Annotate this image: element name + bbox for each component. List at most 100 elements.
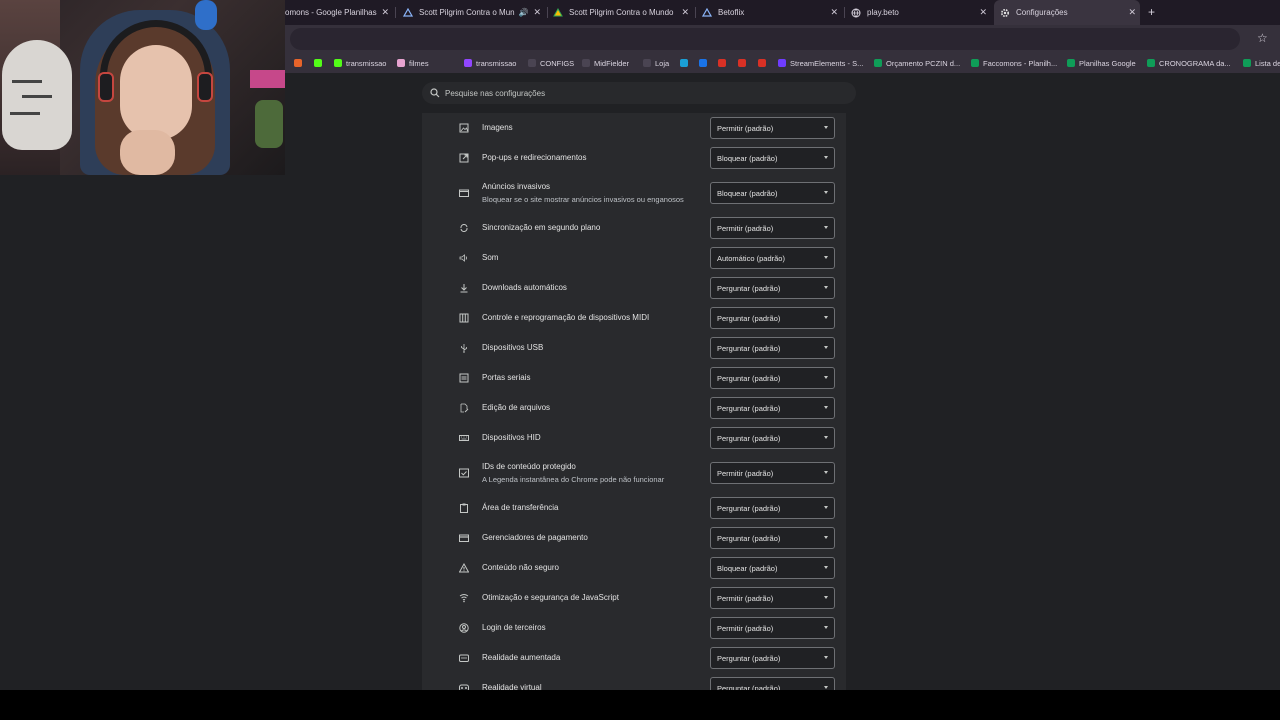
dropdown-value: Bloquear (padrão) <box>717 153 778 163</box>
bookmark-item[interactable] <box>718 56 730 70</box>
address-bar[interactable] <box>290 28 1240 50</box>
close-icon[interactable]: ✕ <box>533 7 541 18</box>
setting-dropdown[interactable]: Bloquear (padrão) <box>710 147 835 169</box>
bookmark-favicon-icon <box>874 59 882 67</box>
dropdown-value: Automático (padrão) <box>717 253 785 263</box>
close-icon[interactable]: ✕ <box>1128 7 1136 18</box>
bookmark-label: transmissao <box>346 58 387 68</box>
tab-separator <box>547 7 548 18</box>
dropdown-value: Permitir (padrão) <box>717 223 774 233</box>
setting-dropdown[interactable]: Perguntar (padrão) <box>710 277 835 299</box>
tab-configuracoes[interactable]: Configurações ✕ <box>994 0 1140 25</box>
bookmark-item[interactable]: transmissao <box>334 56 386 70</box>
popup-icon <box>458 152 470 164</box>
bookmark-label: CRONOGRAMA da... <box>1159 58 1231 68</box>
bookmark-item[interactable]: filmes <box>397 56 429 70</box>
setting-dropdown[interactable]: Permitir (padrão) <box>710 617 835 639</box>
setting-label: Sincronização em segundo plano <box>482 223 601 232</box>
setting-dropdown[interactable]: Perguntar (padrão) <box>710 337 835 359</box>
setting-dropdown[interactable]: Perguntar (padrão) <box>710 367 835 389</box>
setting-dropdown[interactable]: Perguntar (padrão) <box>710 397 835 419</box>
setting-dropdown[interactable]: Permitir (padrão) <box>710 462 835 484</box>
setting-dropdown[interactable]: Perguntar (padrão) <box>710 647 835 669</box>
bookmark-favicon-icon <box>1243 59 1251 67</box>
search-settings-input[interactable]: Pesquise nas configurações <box>422 82 856 104</box>
setting-label: Otimização e segurança de JavaScript <box>482 593 619 602</box>
setting-dropdown[interactable]: Bloquear (padrão) <box>710 557 835 579</box>
chevron-down-icon <box>824 436 828 439</box>
setting-label: Gerenciadores de pagamento <box>482 533 588 542</box>
setting-label: Controle e reprogramação de dispositivos… <box>482 313 650 322</box>
dropdown-value: Perguntar (padrão) <box>717 653 781 663</box>
tab-title: omons - Google Planilhas <box>285 8 377 17</box>
bookmark-item[interactable] <box>699 56 711 70</box>
setting-dropdown[interactable]: Perguntar (padrão) <box>710 497 835 519</box>
drive-icon <box>702 7 712 18</box>
setting-dropdown[interactable]: Perguntar (padrão) <box>710 677 835 690</box>
setting-label: Dispositivos HID <box>482 433 541 442</box>
bookmark-item[interactable] <box>294 56 306 70</box>
bookmark-item[interactable]: Orçamento PCZIN d... <box>874 56 960 70</box>
drive-icon <box>553 7 563 18</box>
chevron-down-icon <box>824 126 828 129</box>
setting-dropdown[interactable]: Permitir (padrão) <box>710 217 835 239</box>
speaker-icon[interactable]: 🔊 <box>519 8 529 17</box>
bookmark-item[interactable] <box>680 56 692 70</box>
tab-scott-pilgrim-2[interactable]: Scott Pilgrim Contra o Mundo ✕ <box>553 0 693 25</box>
bookmark-item[interactable]: StreamElements - S... <box>778 56 863 70</box>
bookmark-label: Orçamento PCZIN d... <box>886 58 961 68</box>
setting-dropdown[interactable]: Permitir (padrão) <box>710 587 835 609</box>
bookmark-star-icon[interactable]: ☆ <box>1257 31 1268 45</box>
close-icon[interactable]: ✕ <box>681 7 689 18</box>
setting-description: A Legenda instantânea do Chrome pode não… <box>482 475 665 484</box>
dropdown-value: Permitir (padrão) <box>717 593 774 603</box>
chevron-down-icon <box>824 536 828 539</box>
tab-sheets[interactable]: omons - Google Planilhas ✕ <box>285 0 393 25</box>
bookmark-favicon-icon <box>528 59 536 67</box>
setting-label: Dispositivos USB <box>482 343 544 352</box>
close-icon[interactable]: ✕ <box>830 7 838 18</box>
tab-play-beto[interactable]: play.beto ✕ <box>851 0 991 25</box>
setting-dropdown[interactable]: Automático (padrão) <box>710 247 835 269</box>
chevron-down-icon <box>824 346 828 349</box>
setting-label: Pop-ups e redirecionamentos <box>482 153 587 162</box>
vr-icon <box>458 682 470 690</box>
bookmark-label: Faccomons - Planilh... <box>983 58 1058 68</box>
dropdown-value: Permitir (padrão) <box>717 123 774 133</box>
setting-dropdown[interactable]: Permitir (padrão) <box>710 117 835 139</box>
setting-dropdown[interactable]: Perguntar (padrão) <box>710 527 835 549</box>
bookmark-item[interactable]: Faccomons - Planilh... <box>971 56 1057 70</box>
chevron-down-icon <box>824 506 828 509</box>
dropdown-value: Perguntar (padrão) <box>717 373 781 383</box>
tab-scott-pilgrim-1[interactable]: Scott Pilgrim Contra o Mun 🔊 ✕ <box>403 0 545 25</box>
bookmark-label: transmissao <box>476 58 517 68</box>
close-icon[interactable]: ✕ <box>979 7 987 18</box>
chevron-down-icon <box>824 226 828 229</box>
new-tab-button[interactable]: + <box>1148 5 1155 19</box>
bookmark-item[interactable]: Planilhas Google <box>1067 56 1136 70</box>
bookmark-item[interactable]: transmissao <box>464 56 516 70</box>
bookmark-item[interactable]: Loja <box>643 56 669 70</box>
tab-title: Scott Pilgrim Contra o Mundo <box>569 8 674 17</box>
setting-dropdown[interactable]: Perguntar (padrão) <box>710 427 835 449</box>
bookmark-label: CONFIGS <box>540 58 575 68</box>
close-icon[interactable]: ✕ <box>381 7 389 18</box>
bookmark-favicon-icon <box>699 59 707 67</box>
setting-dropdown[interactable]: Bloquear (padrão) <box>710 182 835 204</box>
bookmark-item[interactable]: CONFIGS <box>528 56 574 70</box>
tab-betoflix[interactable]: Betoflix ✕ <box>702 0 842 25</box>
search-icon <box>430 88 440 98</box>
chevron-down-icon <box>824 316 828 319</box>
bookmark-item[interactable] <box>314 56 326 70</box>
bookmark-item[interactable]: Lista de <box>1243 56 1280 70</box>
bookmark-item[interactable]: MidFielder <box>582 56 629 70</box>
tab-separator <box>844 7 845 18</box>
bookmark-item[interactable] <box>758 56 770 70</box>
setting-label: Realidade aumentada <box>482 653 561 662</box>
bookmark-item[interactable]: CRONOGRAMA da... <box>1147 56 1231 70</box>
search-placeholder: Pesquise nas configurações <box>445 88 546 98</box>
bookmark-item[interactable] <box>738 56 750 70</box>
setting-label: IDs de conteúdo protegido <box>482 462 576 471</box>
setting-dropdown[interactable]: Perguntar (padrão) <box>710 307 835 329</box>
setting-label: Conteúdo não seguro <box>482 563 559 572</box>
